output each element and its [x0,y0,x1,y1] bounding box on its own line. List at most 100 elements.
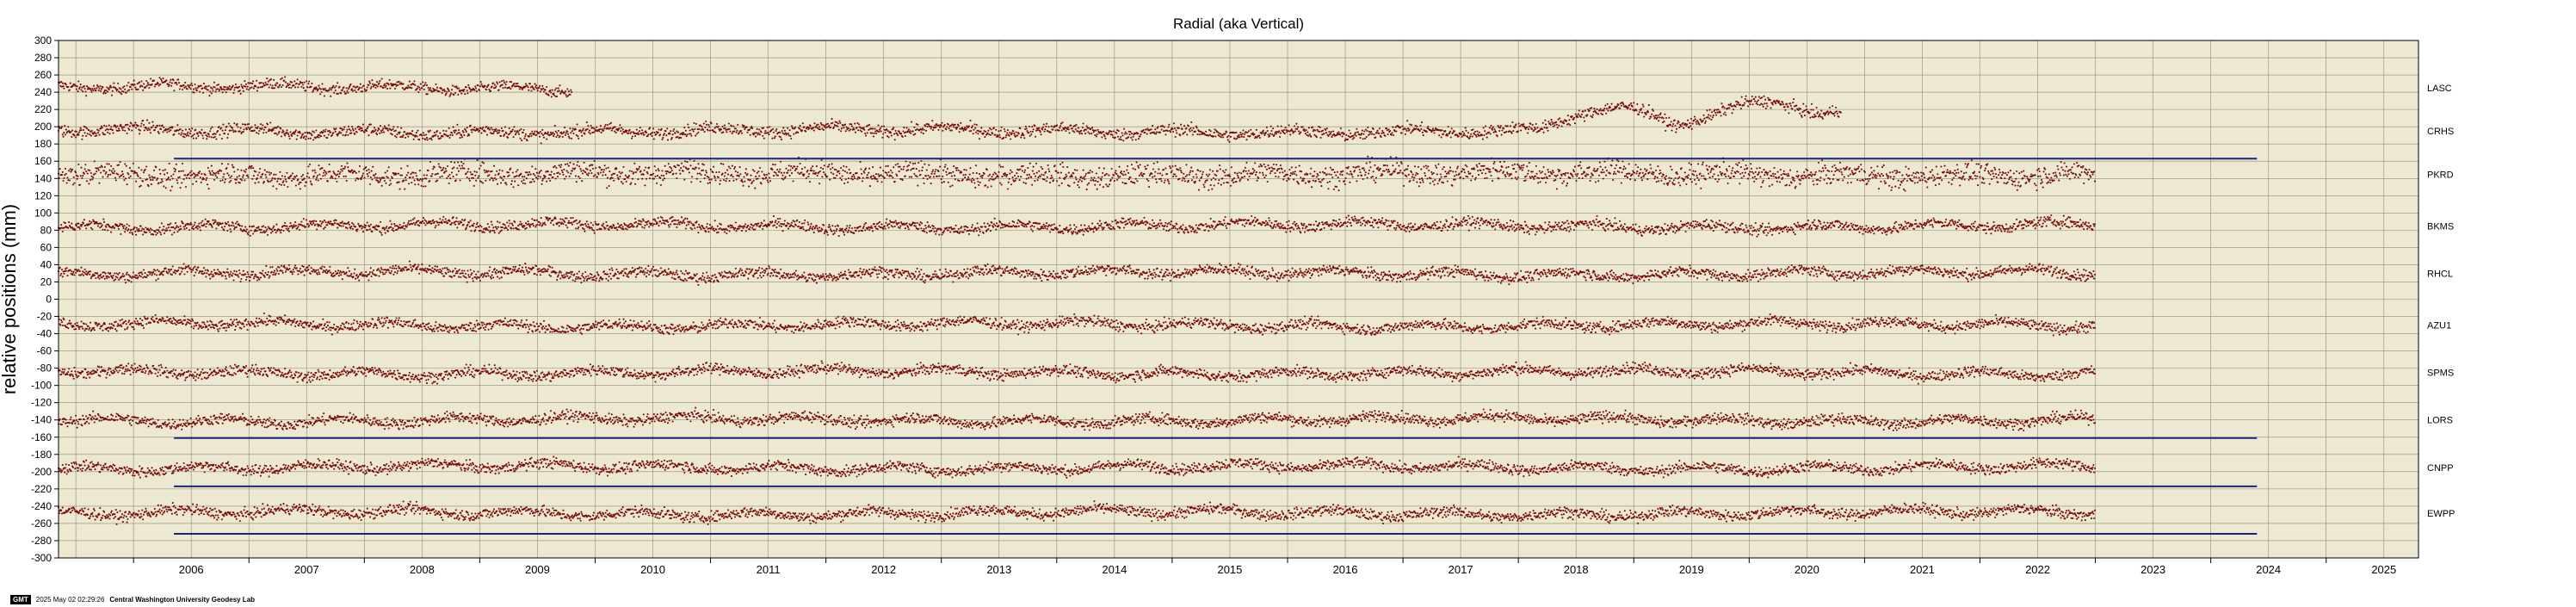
data-point [457,87,460,90]
data-point [212,90,214,92]
data-point [549,174,553,177]
data-point [345,87,348,90]
data-point [291,134,293,137]
data-point [250,167,252,170]
data-point [1596,108,1598,110]
data-point [675,172,677,175]
data-point [988,179,991,182]
data-point [160,181,163,184]
data-point [358,86,361,89]
data-point [502,129,504,132]
data-point [436,129,439,133]
data-point [1116,178,1119,181]
data-point [631,170,633,173]
data-point [1832,105,1834,108]
data-point [692,130,695,133]
data-point [224,181,226,183]
data-point [1071,176,1073,178]
data-point [354,89,356,91]
data-point [1719,111,1721,114]
data-point [631,177,633,180]
data-point [1376,129,1379,132]
data-point [851,178,854,181]
data-point [502,87,504,90]
data-point [140,169,143,171]
data-point [1082,169,1084,171]
data-point [627,175,630,177]
data-point [1387,133,1389,136]
data-point [318,164,320,167]
data-point [1543,127,1546,129]
data-point [523,176,526,178]
data-point [1095,172,1097,175]
data-point [290,174,293,177]
data-point [291,179,293,182]
data-point [1638,111,1640,114]
data-point [842,169,844,171]
data-point [372,83,374,85]
data-point [214,174,217,177]
data-point [281,77,283,79]
data-point [496,130,498,133]
data-point [178,176,181,178]
data-point [1584,109,1586,112]
data-point [231,164,233,166]
data-point [599,166,602,169]
data-point [293,84,295,87]
data-point [60,81,63,84]
data-point [188,133,191,135]
data-point [1827,113,1830,115]
data-point [1240,135,1243,138]
data-point [126,132,128,134]
data-point [657,168,659,170]
data-point [1717,108,1720,111]
data-point [311,134,313,137]
data-point [219,133,221,136]
data-point [581,180,584,183]
data-point [518,129,521,132]
data-point [534,174,536,177]
data-point [145,178,149,181]
data-point [578,177,581,180]
data-point [1045,122,1048,125]
data-point [62,135,65,138]
data-point [1743,104,1745,107]
data-point [564,163,566,166]
data-point [805,130,807,133]
data-point [288,137,291,140]
data-point [1091,127,1094,129]
data-point [371,79,374,82]
data-point [73,134,76,137]
data-point [553,135,555,138]
data-point [149,178,152,181]
data-point [1296,127,1299,130]
data-point [380,77,383,80]
data-point [351,126,354,128]
data-point [521,176,524,178]
data-point [868,167,871,170]
data-point [123,126,126,128]
data-point [638,165,641,168]
data-point [443,90,446,92]
data-point [181,162,184,165]
data-point [199,170,201,173]
data-point [318,84,320,87]
data-point [718,170,720,173]
data-point [71,129,74,132]
data-point [1690,125,1692,127]
data-point [495,85,497,88]
data-point [576,123,578,126]
data-point [1115,170,1117,172]
data-point [482,162,485,164]
data-point [1269,133,1271,135]
data-point [131,88,133,90]
data-point [1794,109,1796,112]
data-point [581,172,584,175]
data-point [1022,134,1025,137]
data-point [622,165,625,168]
data-point [954,178,956,181]
data-point [85,95,88,97]
data-point [1097,176,1100,179]
data-point [778,170,781,173]
data-point [71,135,73,139]
